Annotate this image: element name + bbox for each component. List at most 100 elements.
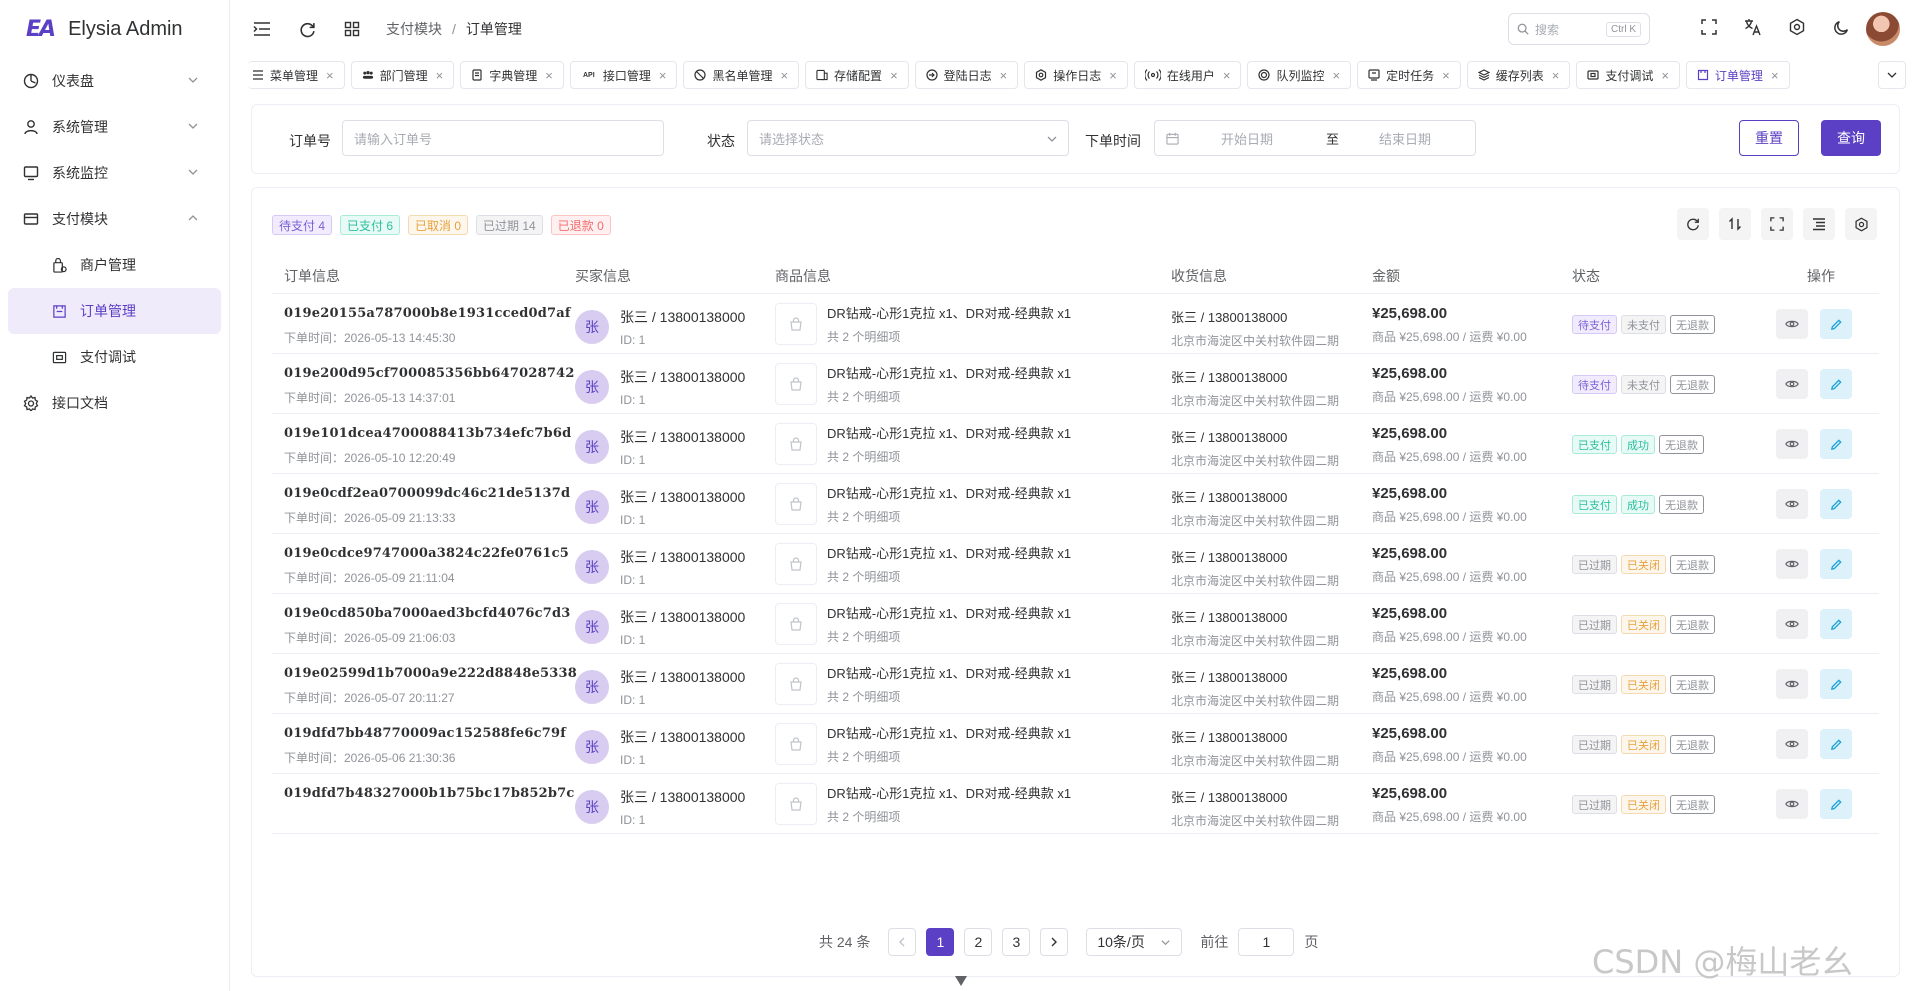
end-date-placeholder[interactable]: 结束日期 bbox=[1379, 129, 1431, 148]
sidebar-item-dashboard[interactable]: 仪表盘 bbox=[0, 58, 229, 104]
tab-api-manage[interactable]: API 接口管理 × bbox=[569, 61, 678, 89]
edit-button[interactable] bbox=[1820, 549, 1852, 579]
tab-queue-monitor[interactable]: 队列监控 × bbox=[1247, 61, 1352, 89]
tab-online-users[interactable]: 在线用户 × bbox=[1133, 61, 1242, 89]
fullscreen-icon[interactable] bbox=[1698, 16, 1720, 38]
user-avatar[interactable] bbox=[1866, 12, 1900, 46]
order-number[interactable]: 019dfd7bb48770009ac152588fe6c79f bbox=[284, 726, 566, 741]
breadcrumb-item[interactable]: 支付模块 bbox=[386, 19, 442, 39]
translate-icon[interactable] bbox=[1742, 16, 1764, 38]
settings-hex-icon[interactable] bbox=[1786, 16, 1808, 38]
grid-icon[interactable] bbox=[341, 18, 363, 40]
edit-button[interactable] bbox=[1820, 309, 1852, 339]
view-button[interactable] bbox=[1776, 609, 1808, 639]
close-icon[interactable]: × bbox=[326, 68, 334, 83]
close-icon[interactable]: × bbox=[890, 68, 898, 83]
tab-menu-manage[interactable]: 菜单管理 × bbox=[248, 61, 345, 89]
edit-button[interactable] bbox=[1820, 669, 1852, 699]
edit-button[interactable] bbox=[1820, 429, 1852, 459]
tab-cache-list[interactable]: 缓存列表 × bbox=[1466, 61, 1571, 89]
view-button[interactable] bbox=[1776, 429, 1808, 459]
menu-fold-icon[interactable] bbox=[251, 18, 273, 40]
order-number[interactable]: 019e02599d1b7000a9e222d8848e5338 bbox=[284, 666, 577, 681]
order-number[interactable]: 019e200d95cf700085356bb647028742 bbox=[284, 366, 575, 381]
reset-button[interactable]: 重置 bbox=[1739, 120, 1799, 156]
view-button[interactable] bbox=[1776, 549, 1808, 579]
status-count-tag[interactable]: 已支付 6 bbox=[340, 215, 401, 235]
next-page-button[interactable] bbox=[1040, 928, 1069, 956]
close-icon[interactable]: × bbox=[545, 68, 553, 83]
query-button[interactable]: 查询 bbox=[1821, 120, 1881, 156]
order-number[interactable]: 019e101dcea4700088413b734efc7b6d bbox=[284, 426, 571, 441]
status-count-tag[interactable]: 已退款 0 bbox=[550, 215, 611, 235]
tab-operation-log[interactable]: 操作日志 × bbox=[1024, 61, 1128, 89]
page-2[interactable]: 2 bbox=[964, 928, 993, 956]
page-1[interactable]: 1 bbox=[926, 928, 955, 956]
view-button[interactable] bbox=[1776, 489, 1808, 519]
tab-storage-config[interactable]: 存储配置 × bbox=[805, 61, 909, 89]
table-fullscreen-button[interactable] bbox=[1761, 208, 1793, 240]
edit-button[interactable] bbox=[1820, 609, 1852, 639]
table-density-button[interactable] bbox=[1803, 208, 1835, 240]
sidebar-subitem-paydebug[interactable]: 支付调试 bbox=[8, 334, 221, 380]
table-refresh-button[interactable] bbox=[1677, 208, 1709, 240]
start-date-placeholder[interactable]: 开始日期 bbox=[1221, 129, 1273, 148]
sidebar-item-api-docs[interactable]: 接口文档 bbox=[0, 380, 229, 426]
view-button[interactable] bbox=[1776, 669, 1808, 699]
close-icon[interactable]: × bbox=[1552, 68, 1560, 83]
close-icon[interactable]: × bbox=[1771, 68, 1779, 83]
prev-page-button[interactable] bbox=[888, 928, 917, 956]
goto-page-input[interactable]: 1 bbox=[1238, 928, 1295, 956]
tab-dept-manage[interactable]: 部门管理 × bbox=[350, 61, 455, 89]
tab-pay-debug[interactable]: 支付调试 × bbox=[1576, 61, 1680, 89]
page-3[interactable]: 3 bbox=[1002, 928, 1031, 956]
dark-mode-icon[interactable] bbox=[1830, 16, 1852, 38]
table-sort-button[interactable] bbox=[1719, 208, 1751, 240]
sidebar-subitem-merchant[interactable]: 商户管理 bbox=[8, 242, 221, 288]
edit-button[interactable] bbox=[1820, 489, 1852, 519]
view-button[interactable] bbox=[1776, 309, 1808, 339]
scroll-down-icon[interactable] bbox=[954, 975, 968, 987]
status-count-tag[interactable]: 已取消 0 bbox=[408, 215, 469, 235]
status-select[interactable]: 请选择状态 bbox=[747, 120, 1069, 156]
order-number[interactable]: 019e20155a787000b8e1931cced0d7af bbox=[284, 306, 571, 321]
order-number[interactable]: 019e0cd850ba7000aed3bcfd4076c7d3 bbox=[284, 606, 570, 621]
tabs-more-button[interactable] bbox=[1878, 61, 1906, 89]
tab-dict-manage[interactable]: 字典管理 × bbox=[460, 61, 564, 89]
table-settings-button[interactable] bbox=[1845, 208, 1877, 240]
order-number[interactable]: 019e0cdce9747000a3824c22fe0761c5 bbox=[284, 546, 569, 561]
close-icon[interactable]: × bbox=[780, 68, 788, 83]
sidebar-item-monitor[interactable]: 系统监控 bbox=[0, 150, 229, 196]
view-button[interactable] bbox=[1776, 789, 1808, 819]
close-icon[interactable]: × bbox=[436, 68, 444, 83]
app-logo[interactable]: EA Elysia Admin bbox=[0, 0, 229, 58]
close-icon[interactable]: × bbox=[1442, 68, 1450, 83]
edit-button[interactable] bbox=[1820, 729, 1852, 759]
sidebar-item-system[interactable]: 系统管理 bbox=[0, 104, 229, 150]
tab-blacklist-manage[interactable]: 黑名单管理 × bbox=[683, 61, 800, 89]
sidebar-item-payment[interactable]: 支付模块 bbox=[0, 196, 229, 242]
close-icon[interactable]: × bbox=[1000, 68, 1008, 83]
order-number[interactable]: 019e0cdf2ea0700099dc46c21de5137d bbox=[284, 486, 570, 501]
close-icon[interactable]: × bbox=[1223, 68, 1231, 83]
view-button[interactable] bbox=[1776, 369, 1808, 399]
close-icon[interactable]: × bbox=[659, 68, 667, 83]
edit-button[interactable] bbox=[1820, 789, 1852, 819]
status-count-tag[interactable]: 待支付 4 bbox=[272, 215, 333, 235]
order-number[interactable]: 019dfd7b48327000b1b75bc17b852b7c bbox=[284, 786, 575, 801]
order-no-input[interactable]: 请输入订单号 bbox=[342, 120, 664, 156]
close-icon[interactable]: × bbox=[1333, 68, 1341, 83]
search-input[interactable]: 搜索 Ctrl K bbox=[1508, 13, 1650, 45]
status-count-tag[interactable]: 已过期 14 bbox=[476, 215, 543, 235]
refresh-icon[interactable] bbox=[296, 18, 318, 40]
tab-login-log[interactable]: 登陆日志 × bbox=[914, 61, 1019, 89]
tab-order-manage[interactable]: 订单管理 × bbox=[1685, 61, 1790, 89]
close-icon[interactable]: × bbox=[1109, 68, 1117, 83]
view-button[interactable] bbox=[1776, 729, 1808, 759]
close-icon[interactable]: × bbox=[1661, 68, 1669, 83]
date-range-picker[interactable]: 开始日期 至 结束日期 bbox=[1154, 120, 1476, 156]
page-size-select[interactable]: 10条/页 bbox=[1086, 928, 1183, 956]
sidebar-subitem-orders[interactable]: 订单管理 bbox=[8, 288, 221, 334]
tab-cron-jobs[interactable]: 定时任务 × bbox=[1357, 61, 1461, 89]
edit-button[interactable] bbox=[1820, 369, 1852, 399]
